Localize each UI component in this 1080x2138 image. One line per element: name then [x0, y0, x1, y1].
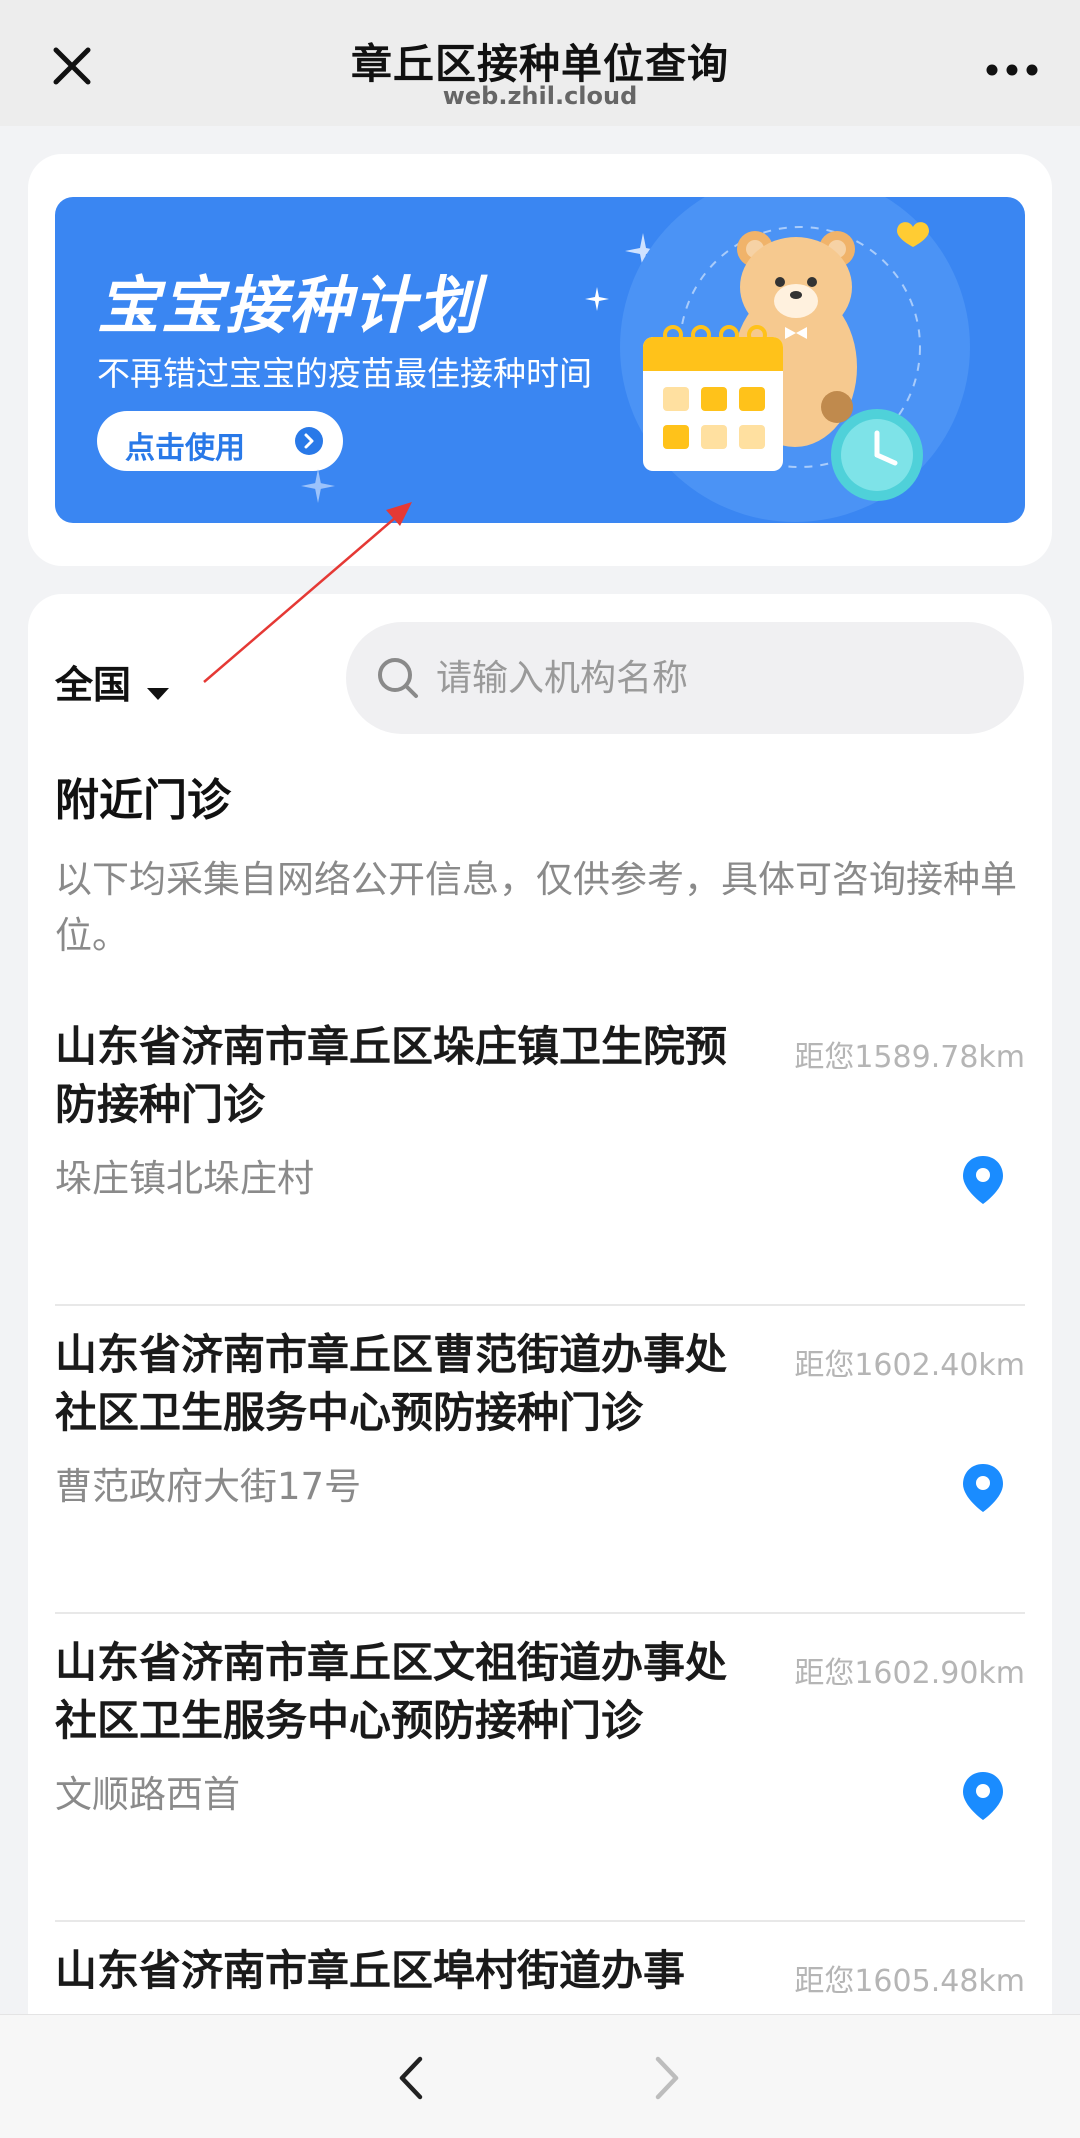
location-pin-icon[interactable]: [961, 1462, 1005, 1514]
clinic-item[interactable]: 山东省济南市章丘区垛庄镇卫生院预防接种门诊 距您1589.78km 垛庄镇北垛庄…: [55, 998, 1025, 1306]
bear-calendar-illustration: [620, 197, 970, 522]
search-input[interactable]: [436, 648, 996, 708]
banner-title: 宝宝接种计划: [97, 269, 482, 342]
clinic-distance: 距您1602.90km: [794, 1656, 1025, 1691]
bottom-nav-bar: [0, 2014, 1080, 2138]
clinic-item[interactable]: 山东省济南市章丘区文祖街道办事处社区卫生服务中心预防接种门诊 距您1602.90…: [55, 1614, 1025, 1922]
page-title: 章丘区接种单位查询: [351, 40, 729, 88]
search-icon: [376, 656, 420, 700]
region-label: 全国: [55, 663, 132, 707]
clinic-name: 山东省济南市章丘区垛庄镇卫生院预防接种门诊: [55, 1022, 728, 1129]
page-domain: web.zhil.cloud: [442, 82, 638, 110]
caret-down-icon: [147, 687, 170, 700]
use-now-label: 点击使用: [125, 431, 245, 466]
clinic-distance: 距您1602.40km: [794, 1348, 1025, 1383]
clinic-distance: 距您1605.48km: [794, 1964, 1025, 1999]
clinic-name: 山东省济南市章丘区曹范街道办事处社区卫生服务中心预防接种门诊: [55, 1330, 728, 1437]
search-box[interactable]: [346, 622, 1024, 734]
clinic-distance: 距您1589.78km: [794, 1040, 1025, 1075]
clinic-address: 垛庄镇北垛庄村: [55, 1157, 314, 1200]
section-note: 以下均采集自网络公开信息，仅供参考，具体可咨询接种单位。: [55, 858, 1017, 957]
clinic-address: 文顺路西首: [55, 1773, 240, 1816]
location-pin-icon[interactable]: [961, 1770, 1005, 1822]
sparkle-icon: [301, 469, 335, 503]
banner-card: 宝宝接种计划 不再错过宝宝的疫苗最佳接种时间 点击使用: [28, 154, 1052, 566]
forward-icon[interactable]: [640, 2053, 690, 2103]
clinic-item[interactable]: 山东省济南市章丘区曹范街道办事处社区卫生服务中心预防接种门诊 距您1602.40…: [55, 1306, 1025, 1614]
back-icon[interactable]: [388, 2053, 438, 2103]
section-title: 附近门诊: [55, 775, 231, 826]
clinic-name: 山东省济南市章丘区埠村街道办事: [55, 1946, 686, 1995]
location-pin-icon[interactable]: [961, 1154, 1005, 1206]
sparkle-icon: [585, 287, 609, 311]
vaccination-plan-banner[interactable]: 宝宝接种计划 不再错过宝宝的疫苗最佳接种时间 点击使用: [55, 197, 1025, 523]
arrow-right-icon: [295, 427, 323, 455]
use-now-button[interactable]: 点击使用: [97, 411, 343, 471]
region-selector[interactable]: 全国: [55, 654, 170, 714]
more-icon[interactable]: [982, 52, 1042, 92]
banner-subtitle: 不再错过宝宝的疫苗最佳接种时间: [97, 354, 592, 393]
top-bar: 章丘区接种单位查询 web.zhil.cloud: [0, 0, 1080, 126]
clinic-name: 山东省济南市章丘区文祖街道办事处社区卫生服务中心预防接种门诊: [55, 1638, 728, 1745]
clinic-address: 曹范政府大街17号: [55, 1465, 362, 1508]
clinic-list-card: 全国 附近门诊 以下均采集自网络公开信息，仅供参考，具体可咨询接种单位。 山东省…: [28, 594, 1052, 2074]
